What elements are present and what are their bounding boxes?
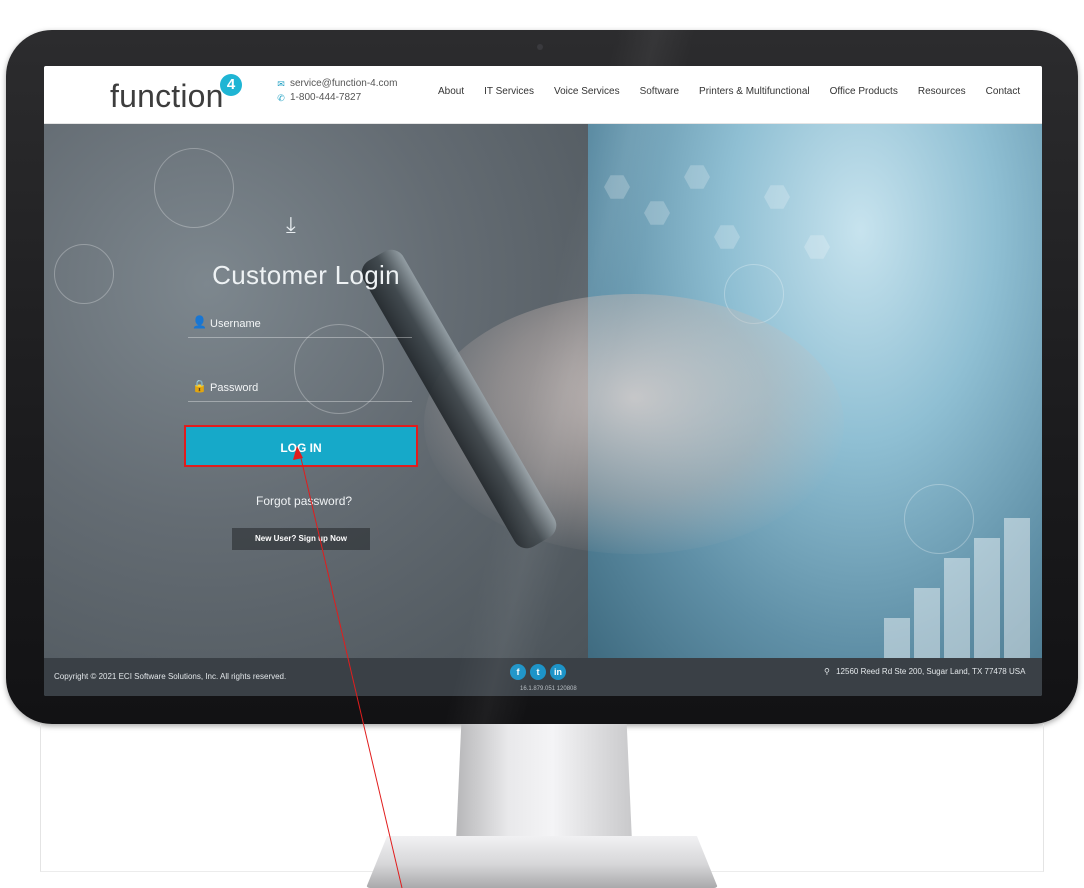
nav-item-it-services[interactable]: IT Services (484, 86, 534, 97)
nav-item-about[interactable]: About (438, 86, 464, 97)
nav-item-office-products[interactable]: Office Products (830, 86, 898, 97)
signup-button[interactable]: New User? Sign up Now (232, 528, 370, 550)
password-input[interactable] (210, 376, 410, 400)
username-field: 👤 (188, 312, 412, 338)
phone-icon: ✆ (277, 93, 285, 103)
download-icon: ⤓ (286, 212, 296, 237)
site-header: function 4 ✉ service@function-4.com ✆ 1-… (44, 66, 1042, 124)
location-pin-icon: ⚲ (824, 667, 830, 676)
browser-screen: function 4 ✉ service@function-4.com ✆ 1-… (44, 66, 1042, 696)
social-links: f t in (510, 664, 566, 680)
twitter-icon[interactable]: t (530, 664, 546, 680)
login-button[interactable]: LOG IN (184, 425, 418, 467)
nav-item-software[interactable]: Software (640, 86, 679, 97)
facebook-icon[interactable]: f (510, 664, 526, 680)
login-title: Customer Login (212, 260, 400, 290)
logo-text: function (110, 78, 224, 114)
lock-icon: 🔒 (192, 379, 207, 393)
address-text: 12560 Reed Rd Ste 200, Sugar Land, TX 77… (836, 667, 1026, 676)
forgot-password-link[interactable]: Forgot password? (256, 494, 352, 508)
password-field: 🔒 (188, 376, 412, 402)
version-text: 16.1.879.051 120808 (520, 686, 577, 692)
decor-bar-graphic (884, 518, 1034, 658)
contact-email[interactable]: service@function-4.com (290, 77, 397, 91)
contact-phone[interactable]: 1-800-444-7827 (290, 91, 361, 105)
nav-item-voice-services[interactable]: Voice Services (554, 86, 620, 97)
main-nav: About IT Services Voice Services Softwar… (438, 86, 1040, 97)
linkedin-icon[interactable]: in (550, 664, 566, 680)
user-icon: 👤 (192, 315, 207, 329)
contact-info: ✉ service@function-4.com ✆ 1-800-444-782… (276, 77, 397, 105)
nav-item-resources[interactable]: Resources (918, 86, 966, 97)
monitor-stand-base (366, 836, 718, 888)
nav-item-printers[interactable]: Printers & Multifunctional (699, 86, 810, 97)
logo-badge: 4 (220, 74, 242, 96)
mail-icon: ✉ (277, 79, 285, 89)
logo[interactable]: function (110, 78, 224, 115)
copyright-text: Copyright © 2021 ECI Software Solutions,… (54, 672, 287, 681)
nav-item-contact[interactable]: Contact (986, 86, 1020, 97)
decor-circle (154, 148, 234, 228)
username-input[interactable] (210, 312, 410, 336)
site-footer: Copyright © 2021 ECI Software Solutions,… (44, 658, 1042, 696)
hero-background: ⤓ Customer Login 👤 🔒 LOG IN Forgot passw… (44, 124, 1042, 658)
monitor-stand-neck (456, 724, 632, 842)
address: ⚲ 12560 Reed Rd Ste 200, Sugar Land, TX … (824, 667, 1025, 676)
decor-circle (54, 244, 114, 304)
camera-dot (537, 44, 543, 50)
